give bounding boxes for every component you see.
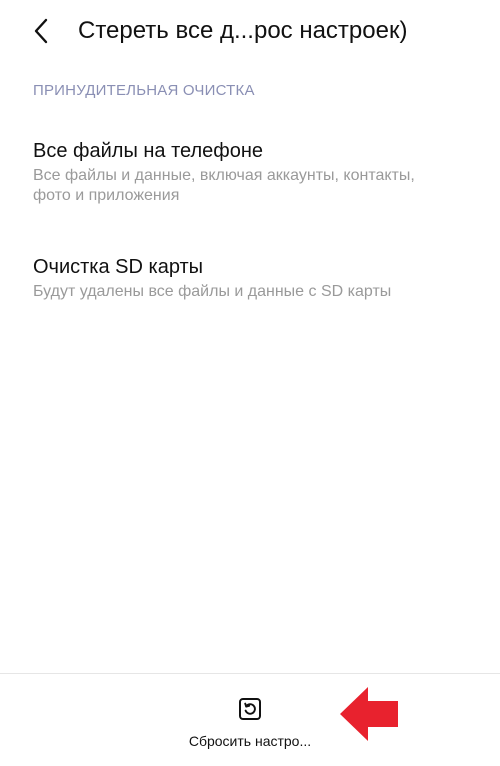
list-item-sd-card-clear[interactable]: Очистка SD карты Будут удалены все файлы… <box>0 248 500 308</box>
list-item-subtitle: Все файлы и данные, включая аккаунты, ко… <box>33 167 415 204</box>
list-item-all-phone-files[interactable]: Все файлы на телефоне Все файлы и данные… <box>0 132 500 214</box>
reset-icon <box>239 698 261 720</box>
reset-settings-label: Сбросить настро... <box>188 733 312 749</box>
bottom-action-bar: Сбросить настро... <box>0 673 500 766</box>
page-title: Стереть все д...рос настроек) <box>78 17 408 44</box>
section-header: ПРИНУДИТЕЛЬНАЯ ОЧИСТКА <box>33 82 255 99</box>
red-arrow-icon <box>340 687 398 741</box>
chevron-left-icon <box>34 18 48 44</box>
list-item-subtitle: Будут удалены все файлы и данные с SD ка… <box>33 283 392 300</box>
list-item-title: Все файлы на телефоне <box>33 140 264 162</box>
reset-settings-button[interactable]: Сбросить настро... <box>170 686 330 752</box>
list-item-title: Очистка SD карты <box>33 256 204 278</box>
back-button[interactable] <box>24 12 58 50</box>
top-bar: Стереть все д...рос настроек) <box>0 0 500 62</box>
